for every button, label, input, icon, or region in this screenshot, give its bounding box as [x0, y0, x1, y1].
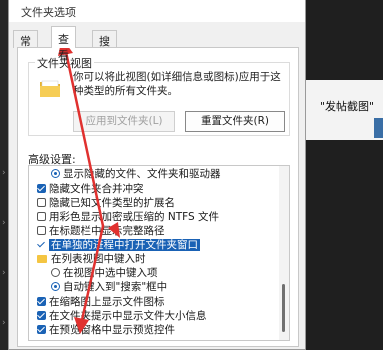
checkbox[interactable]: [37, 311, 46, 320]
apply-to-folders-button[interactable]: 应用到文件夹(L): [73, 111, 175, 132]
list-group-header: 在列表视图中键入时: [37, 253, 146, 266]
radio-button[interactable]: [51, 282, 60, 291]
list-item[interactable]: 在预览窗格中显示预览控件: [37, 324, 175, 337]
checkbox[interactable]: [37, 198, 46, 207]
list-item[interactable]: 用彩色显示加密或压缩的 NTFS 文件: [37, 211, 219, 224]
checkbox[interactable]: [37, 226, 46, 235]
dialog-title: 文件夹选项: [21, 6, 76, 19]
list-item[interactable]: 在缩略图上显示文件图标: [37, 296, 165, 309]
list-item-selected[interactable]: 在单独的进程中打开文件夹窗口: [37, 239, 200, 252]
list-item[interactable]: 显示隐藏的文件、文件夹和驱动器: [51, 168, 221, 181]
folder-view-description: 你可以将此视图(如详细信息或图标)应用于这种类型的所有文件夹。: [73, 71, 281, 97]
chevron-right-icon: ›: [2, 318, 6, 328]
reset-folders-button[interactable]: 重置文件夹(R): [185, 111, 285, 132]
list-item[interactable]: 隐藏文件夹合并冲突: [37, 183, 144, 196]
list-item[interactable]: 在视图中选中键入项: [51, 267, 158, 280]
checkbox[interactable]: [37, 240, 46, 249]
list-item[interactable]: 在标题栏中显示完整路径: [37, 225, 165, 238]
checkbox[interactable]: [37, 212, 46, 221]
tab-general[interactable]: 常规: [13, 30, 38, 64]
background-text: "发帖截图": [320, 100, 375, 113]
folder-view-group: 文件夹视图 你可以将此视图(如详细信息或图标)应用于这种类型的所有文件夹。 应用…: [28, 55, 290, 136]
checkbox[interactable]: [37, 184, 46, 193]
tab-view[interactable]: 查看: [51, 26, 76, 62]
folder-icon: [40, 80, 60, 97]
checkbox[interactable]: [37, 325, 46, 334]
scrollbar-thumb[interactable]: [282, 284, 285, 332]
list-item[interactable]: 在文件夹提示中显示文件大小信息: [37, 310, 207, 323]
folder-options-dialog: 文件夹选项 常规 查看 搜索 文件夹视图 你可以将此视图(如详细信息或图标)应用…: [8, 0, 306, 350]
title-bar[interactable]: 文件夹选项: [9, 0, 305, 22]
background-app: [306, 0, 383, 350]
list-item[interactable]: 自动键入到"搜索"框中: [51, 281, 167, 294]
tab-search[interactable]: 搜索: [92, 30, 117, 64]
background-accent-strip: [374, 118, 383, 138]
view-tab-panel: 文件夹视图 你可以将此视图(如详细信息或图标)应用于这种类型的所有文件夹。 应用…: [17, 47, 299, 347]
chevron-right-icon: ›: [2, 168, 6, 178]
radio-button[interactable]: [51, 169, 60, 178]
scrollbar[interactable]: [279, 166, 289, 340]
folder-icon: [37, 255, 47, 263]
radio-button[interactable]: [51, 268, 60, 277]
checkbox[interactable]: [37, 297, 46, 306]
chevron-right-icon: ›: [2, 268, 6, 278]
chevron-right-icon: ›: [2, 218, 6, 228]
advanced-settings-list[interactable]: 显示隐藏的文件、文件夹和驱动器 隐藏文件夹合并冲突 隐藏已知文件类型的扩展名 用…: [28, 165, 290, 341]
list-item[interactable]: 隐藏已知文件类型的扩展名: [37, 197, 175, 210]
